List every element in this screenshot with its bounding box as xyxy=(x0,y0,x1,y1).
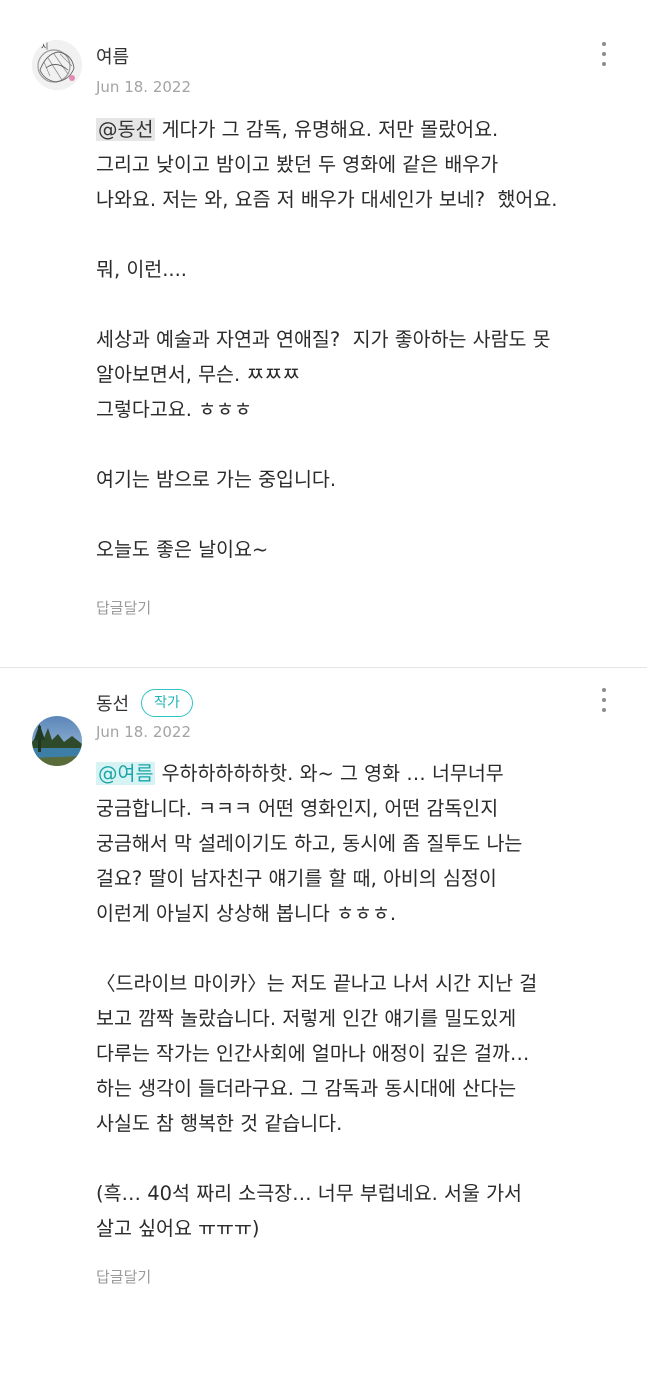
mention-link[interactable]: @여름 xyxy=(96,762,156,785)
reply-button[interactable]: 답글달기 xyxy=(96,1266,151,1287)
author-name[interactable]: 여름 xyxy=(96,43,129,69)
comment-item: 시 여름 Jun 18. 2022 @동선 게다가 그 감독, 유명해요. 저만… xyxy=(0,0,647,626)
svg-text:시: 시 xyxy=(41,42,48,51)
comment-item: 동선 작가 Jun 18. 2022 @여름 우하하하하하핫. 와~ 그 영화 … xyxy=(0,670,647,1286)
mention-link[interactable]: @동선 xyxy=(96,118,156,141)
more-vertical-icon[interactable] xyxy=(601,688,607,712)
author-row: 동선 작가 xyxy=(96,689,193,717)
comment-divider xyxy=(0,667,647,668)
comment-date: Jun 18. 2022 xyxy=(96,78,192,96)
author-badge: 작가 xyxy=(141,689,193,717)
comment-text: @동선 게다가 그 감독, 유명해요. 저만 몰랐어요. 그리고 낮이고 밤이고… xyxy=(96,112,625,567)
more-vertical-icon[interactable] xyxy=(601,42,607,66)
comment-body: 우하하하하하핫. 와~ 그 영화 … 너무너무 궁금합니다. ㅋㅋㅋ 어떤 영화… xyxy=(96,762,538,1240)
avatar[interactable]: 시 xyxy=(32,40,82,90)
avatar[interactable] xyxy=(32,716,82,766)
comment-date: Jun 18. 2022 xyxy=(96,723,192,741)
author-name[interactable]: 동선 xyxy=(96,690,129,716)
reply-button[interactable]: 답글달기 xyxy=(96,597,151,618)
comment-text: @여름 우하하하하하핫. 와~ 그 영화 … 너무너무 궁금합니다. ㅋㅋㅋ 어… xyxy=(96,756,625,1246)
author-row: 여름 xyxy=(96,43,129,69)
comment-body: 게다가 그 감독, 유명해요. 저만 몰랐어요. 그리고 낮이고 밤이고 봤던 … xyxy=(96,118,558,561)
